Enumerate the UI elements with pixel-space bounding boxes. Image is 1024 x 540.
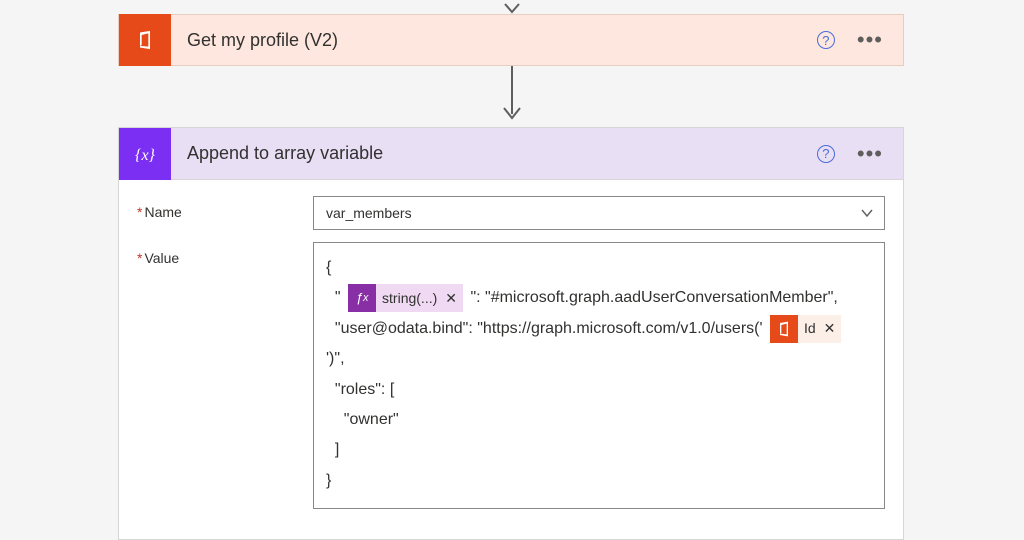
more-menu-button[interactable]: ••• xyxy=(857,35,883,45)
field-label-value: *Value xyxy=(137,242,313,266)
variable-icon: {x} xyxy=(119,128,171,180)
fx-icon: ƒx xyxy=(348,284,376,312)
field-label-name: *Name xyxy=(137,196,313,220)
expression-token[interactable]: ƒx string(...) ✕ xyxy=(348,284,463,312)
chevron-down-icon xyxy=(860,206,874,220)
help-icon[interactable]: ? xyxy=(817,31,835,49)
office365-icon xyxy=(119,14,171,66)
code-line: "user@odata.bind": "https://graph.micros… xyxy=(326,314,872,344)
dynamic-content-token-id[interactable]: Id ✕ xyxy=(770,315,841,343)
connector-arrow xyxy=(500,66,524,126)
code-line: ')", xyxy=(326,344,872,374)
action-card-get-my-profile[interactable]: Get my profile (V2) ? ••• xyxy=(118,14,904,66)
svg-text:{x}: {x} xyxy=(135,147,156,164)
code-line: "owner" xyxy=(326,405,872,435)
field-row-name: *Name var_members xyxy=(137,196,885,230)
field-row-value: *Value { " ƒx string(...) ✕ ": "#micro xyxy=(137,242,885,509)
more-menu-button[interactable]: ••• xyxy=(857,149,883,159)
help-icon[interactable]: ? xyxy=(817,145,835,163)
action-title: Get my profile (V2) xyxy=(171,30,817,51)
name-dropdown[interactable]: var_members xyxy=(313,196,885,230)
code-line: "roles": [ xyxy=(326,375,872,405)
code-line: } xyxy=(326,466,872,496)
code-line: { xyxy=(326,253,872,283)
remove-token-icon[interactable]: ✕ xyxy=(445,285,457,312)
value-textarea[interactable]: { " ƒx string(...) ✕ ": "#microsoft.grap… xyxy=(313,242,885,509)
name-dropdown-value: var_members xyxy=(326,205,412,221)
action-title: Append to array variable xyxy=(171,143,817,164)
remove-token-icon[interactable]: ✕ xyxy=(824,315,836,342)
office365-icon xyxy=(770,315,798,343)
action-card-append-to-array: {x} Append to array variable ? ••• *Name… xyxy=(118,127,904,540)
code-line: " ƒx string(...) ✕ ": "#microsoft.graph.… xyxy=(326,283,872,313)
code-line: ] xyxy=(326,435,872,465)
action-header[interactable]: {x} Append to array variable ? ••• xyxy=(119,128,903,180)
